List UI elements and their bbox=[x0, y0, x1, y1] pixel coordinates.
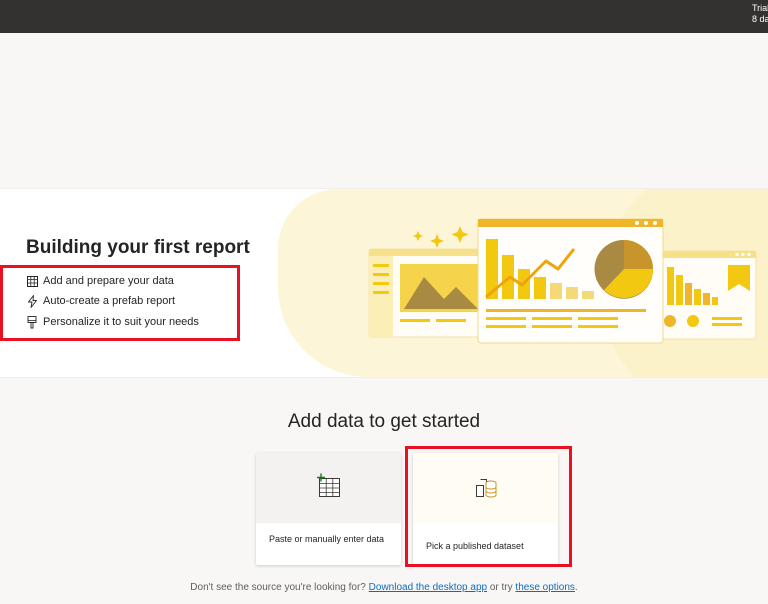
lightning-icon bbox=[25, 294, 39, 308]
table-icon bbox=[25, 274, 39, 288]
feature-label: Auto-create a prefab report bbox=[43, 295, 176, 307]
footer-middle: or try bbox=[489, 582, 513, 593]
trial-label: Trial: bbox=[752, 3, 768, 13]
paste-data-card[interactable]: Paste or manually enter data bbox=[256, 453, 401, 565]
dataset-card-highlight bbox=[405, 446, 572, 567]
feature-personalize: Personalize it to suit your needs bbox=[25, 313, 199, 331]
card-icon-area bbox=[256, 453, 401, 523]
feature-label: Add and prepare your data bbox=[43, 275, 174, 287]
feature-add-prepare-data: Add and prepare your data bbox=[25, 272, 174, 290]
footer-help-text: Don't see the source you're looking for?… bbox=[0, 582, 768, 593]
download-desktop-app-link[interactable]: Download the desktop app bbox=[369, 582, 487, 593]
hero-banner: Building your first report Add and prepa… bbox=[0, 188, 768, 378]
these-options-link[interactable]: these options bbox=[515, 582, 575, 593]
top-bar: Trial: 8 days left bbox=[0, 0, 768, 33]
feature-label: Personalize it to suit your needs bbox=[43, 316, 199, 328]
feature-auto-create-report: Auto-create a prefab report bbox=[25, 292, 175, 310]
footer-prefix: Don't see the source you're looking for? bbox=[190, 582, 366, 593]
trial-days-left: 8 days left bbox=[752, 14, 768, 24]
trial-status[interactable]: Trial: 8 days left bbox=[752, 3, 768, 25]
table-plus-icon bbox=[315, 473, 343, 504]
add-data-title: Add data to get started bbox=[287, 411, 481, 432]
card-label: Paste or manually enter data bbox=[269, 534, 385, 544]
brush-icon bbox=[25, 315, 39, 329]
hero-title: Building your first report bbox=[26, 237, 250, 258]
footer-suffix: . bbox=[574, 582, 578, 593]
